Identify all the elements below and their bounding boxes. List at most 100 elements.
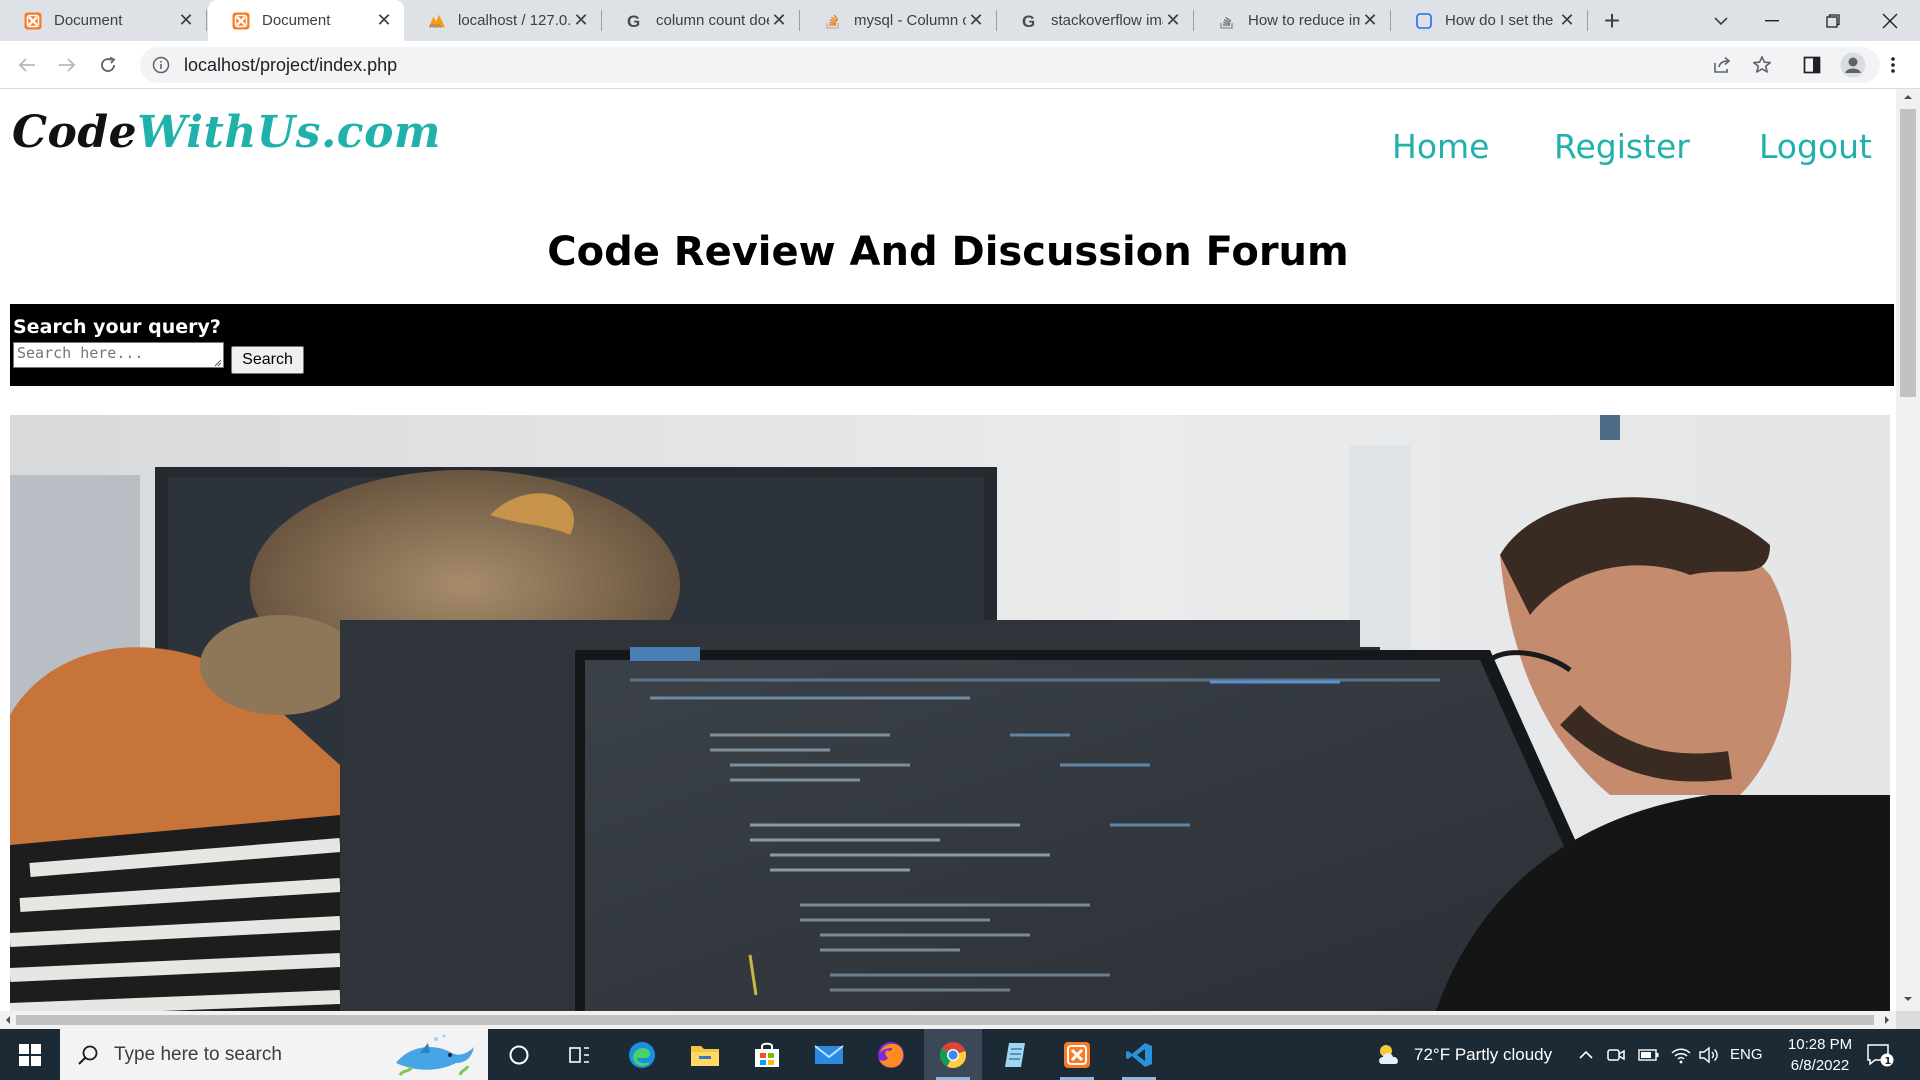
hero-image [10,415,1890,1029]
nav-register-link[interactable]: Register [1554,127,1690,166]
search-button[interactable]: Search [231,346,304,374]
wifi-icon[interactable] [1670,1029,1692,1080]
weather-widget[interactable]: 72°F Partly cloudy [1374,1029,1552,1080]
share-icon[interactable] [1707,50,1737,80]
tab-title: stackoverflow image [1051,12,1163,29]
horizontal-scroll-thumb[interactable] [16,1015,1874,1025]
xampp-taskbar-icon[interactable] [1048,1029,1106,1080]
clock-date: 6/8/2022 [1790,1057,1850,1074]
tab-search-chevron-icon[interactable] [1706,6,1736,36]
close-icon[interactable]: ✕ [966,10,986,31]
xampp-icon [232,12,250,30]
close-icon[interactable]: ✕ [176,10,196,31]
search-highlight-dolphin-icon[interactable] [390,1033,480,1077]
new-tab-plus-icon[interactable]: + [1597,5,1627,36]
taskbar-clock[interactable]: 10:28 PM 6/8/2022 [1760,1034,1880,1076]
close-icon[interactable]: ✕ [571,10,591,31]
stackoverflow-icon [824,12,842,30]
tab-title: Document [54,12,123,29]
tab-title: localhost / 127.0.0.1 [458,12,571,29]
nav-home-link[interactable]: Home [1392,127,1489,166]
window-close-icon[interactable] [1860,0,1920,41]
svg-text:G: G [627,12,640,30]
meet-now-icon[interactable] [1606,1029,1626,1080]
page-viewport: CodeWithUs.com Home Register Logout Code… [0,89,1920,1029]
logo-text-code: Code [12,107,138,158]
taskbar-search-box[interactable]: Type here to search [60,1029,488,1080]
page-icon [1415,12,1433,30]
scroll-right-arrow-icon[interactable] [1882,1015,1892,1025]
battery-icon[interactable] [1638,1029,1660,1080]
vertical-scrollbar[interactable] [1896,89,1920,1011]
svg-text:G: G [1022,12,1035,30]
notification-center-icon[interactable]: 1 [1866,1029,1894,1080]
google-icon: G [626,12,644,30]
volume-icon[interactable] [1698,1029,1720,1080]
tab-separator [1587,10,1588,31]
reload-icon[interactable] [93,50,123,80]
page-title: Code Review And Discussion Forum [547,229,1349,275]
svg-text:PMA: PMA [430,24,442,30]
logo-text-withus: WithUs.com [137,107,441,158]
browser-tab[interactable]: Document ✕ [0,0,206,41]
scroll-down-arrow-icon[interactable] [1902,993,1914,1005]
bookmark-star-icon[interactable] [1747,50,1777,80]
notepad-icon[interactable] [986,1029,1044,1080]
scrollbar-corner [1896,1011,1920,1029]
tab-title: How to reduce image [1248,12,1360,29]
windows-taskbar: Type here to search 72°F Partly cloudy E… [0,1029,1920,1080]
scroll-left-arrow-icon[interactable] [3,1015,13,1025]
tab-title: column count doesn't match [656,12,769,29]
input-language-indicator[interactable]: ENG [1730,1029,1763,1080]
browser-tab[interactable]: How to reduce image ✕ [1194,0,1390,41]
show-hidden-icons-chevron-icon[interactable] [1578,1029,1594,1080]
microsoft-store-icon[interactable] [738,1029,796,1080]
back-arrow-icon[interactable] [12,50,42,80]
nav-logout-link[interactable]: Logout [1759,127,1872,166]
url-text[interactable]: localhost/project/index.php [184,55,397,76]
close-icon[interactable]: ✕ [1557,10,1577,31]
browser-tab[interactable]: G column count doesn't match ✕ [602,0,799,41]
weather-text: 72°F Partly cloudy [1414,1044,1553,1064]
notification-count: 1 [1884,1056,1891,1067]
close-icon[interactable]: ✕ [1360,10,1380,31]
file-explorer-icon[interactable] [676,1029,734,1080]
horizontal-scrollbar[interactable] [0,1011,1896,1029]
vertical-scroll-thumb[interactable] [1900,109,1916,397]
browser-tab-active[interactable]: Document ✕ [208,0,404,41]
mail-icon[interactable] [800,1029,858,1080]
minimize-icon[interactable] [1742,0,1802,41]
profile-avatar-icon[interactable] [1838,50,1868,80]
browser-menu-kebab-icon[interactable] [1878,50,1908,80]
browser-tab[interactable]: How do I set the ✕ [1391,0,1587,41]
close-icon[interactable]: ✕ [1163,10,1183,31]
browser-tab[interactable]: PMA localhost / 127.0.0.1 ✕ [404,0,601,41]
edge-browser-icon[interactable] [613,1029,671,1080]
tab-title: mysql - Column count [854,12,966,29]
address-bar[interactable]: localhost/project/index.php [140,47,1880,83]
browser-tabstrip: Document ✕ Document ✕ PMA localhost / 12… [0,0,1920,41]
close-icon[interactable]: ✕ [769,10,789,31]
side-panel-icon[interactable] [1797,50,1827,80]
search-label: Search your query? [13,316,221,338]
forward-arrow-icon[interactable] [52,50,82,80]
scroll-up-arrow-icon[interactable] [1902,91,1914,103]
task-view-icon[interactable] [551,1029,609,1080]
site-logo[interactable]: CodeWithUs.com [12,107,441,158]
clock-time: 10:28 PM [1787,1036,1853,1053]
search-input[interactable] [13,342,224,368]
vscode-icon[interactable] [1110,1029,1168,1080]
browser-tab[interactable]: G stackoverflow image ✕ [997,0,1193,41]
browser-tab[interactable]: mysql - Column count ✕ [800,0,996,41]
cortana-icon[interactable] [490,1029,548,1080]
xampp-icon [24,12,42,30]
chrome-icon[interactable] [924,1029,982,1080]
windows-start-icon[interactable] [0,1029,60,1080]
firefox-icon[interactable] [862,1029,920,1080]
site-info-icon[interactable] [152,56,170,74]
restore-icon[interactable] [1803,0,1863,41]
tab-separator [206,10,207,31]
google-icon: G [1021,12,1039,30]
tab-title: Document [262,12,331,29]
close-icon[interactable]: ✕ [374,10,394,31]
